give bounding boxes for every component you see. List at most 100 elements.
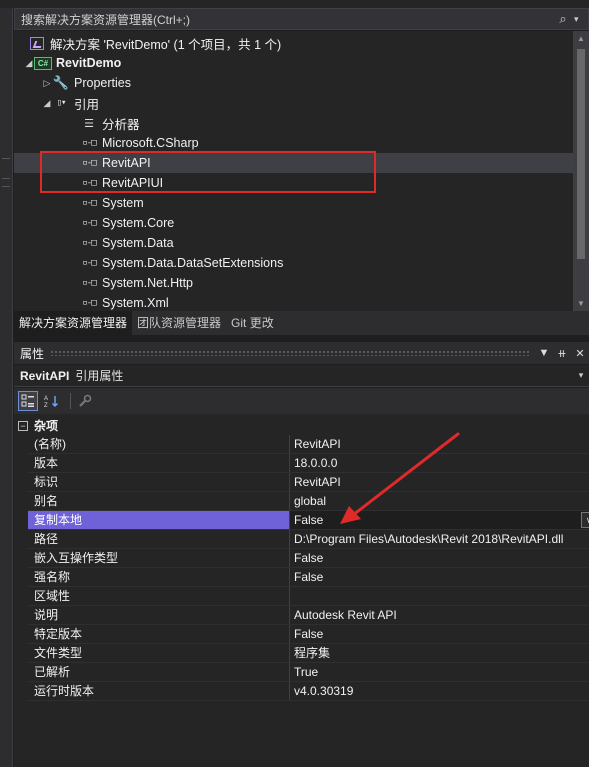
pin-icon[interactable]: ⧺ bbox=[553, 347, 571, 360]
chevron-down-icon[interactable]: ▾ bbox=[573, 370, 589, 381]
reference-item[interactable]: ▫-□ System.Xml bbox=[14, 293, 573, 311]
tab-solution-explorer[interactable]: 解决方案资源管理器 bbox=[14, 311, 133, 335]
reference-item[interactable]: ▫-□ RevitAPIUI bbox=[14, 173, 573, 193]
toolbar-separator bbox=[70, 393, 71, 409]
property-name: (名称) bbox=[28, 435, 290, 453]
reference-label: RevitAPI bbox=[102, 156, 151, 170]
property-row[interactable]: 说明 Autodesk Revit API bbox=[28, 606, 589, 625]
close-icon[interactable]: ✕ bbox=[571, 347, 589, 360]
property-row[interactable]: 标识 RevitAPI bbox=[28, 473, 589, 492]
reference-icon: ▫-□ bbox=[82, 258, 96, 268]
search-icon[interactable]: ⌕ bbox=[552, 11, 574, 27]
property-row[interactable]: 已解析 True bbox=[28, 663, 589, 682]
scroll-up-icon[interactable]: ▲ bbox=[573, 34, 589, 43]
reference-item[interactable]: ▫-□ System.Data.DataSetExtensions bbox=[14, 253, 573, 273]
property-value: 程序集 bbox=[294, 646, 331, 660]
properties-label: Properties bbox=[74, 76, 131, 90]
tree-item-solution[interactable]: 解决方案 'RevitDemo' (1 个项目，共 1 个) bbox=[14, 33, 573, 53]
csharp-project-icon: C# bbox=[34, 55, 52, 71]
alphabetical-icon[interactable]: AZ bbox=[42, 391, 62, 411]
property-name: 文件类型 bbox=[28, 644, 290, 662]
reference-item[interactable]: ▫-□ System.Data bbox=[14, 233, 573, 253]
tree-scrollbar[interactable]: ▲ ▼ bbox=[573, 31, 589, 311]
references-icon: ▯▾ bbox=[56, 98, 67, 108]
scroll-down-icon[interactable]: ▼ bbox=[573, 299, 589, 308]
reference-item[interactable]: ▫-□ System bbox=[14, 193, 573, 213]
tree-item-references[interactable]: ◢ ▯▾ 引用 bbox=[14, 93, 573, 113]
categorized-icon[interactable] bbox=[18, 391, 38, 411]
property-row[interactable]: 版本 18.0.0.0 bbox=[28, 454, 589, 473]
object-type: 引用属性 bbox=[75, 369, 124, 383]
property-name: 路径 bbox=[28, 530, 290, 548]
gutter-mark bbox=[2, 158, 10, 159]
reference-icon: ▫-□ bbox=[82, 218, 96, 228]
property-value: D:\Program Files\Autodesk\Revit 2018\Rev… bbox=[294, 532, 564, 546]
category-row[interactable]: − 杂项 bbox=[14, 416, 589, 435]
reference-label: RevitAPIUI bbox=[102, 176, 164, 190]
search-input[interactable]: 搜索解决方案资源管理器(Ctrl+;) bbox=[15, 11, 552, 28]
tab-team-explorer[interactable]: 团队资源管理器 bbox=[132, 311, 226, 335]
property-name: 特定版本 bbox=[28, 625, 290, 643]
property-name: 标识 bbox=[28, 473, 290, 491]
reference-label: System.Core bbox=[102, 216, 175, 230]
property-value[interactable]: False bbox=[290, 549, 589, 567]
property-value: False bbox=[294, 570, 324, 584]
category-label: 杂项 bbox=[34, 419, 59, 433]
property-row[interactable]: 别名 global bbox=[28, 492, 589, 511]
property-row[interactable]: 强名称 False bbox=[28, 568, 589, 587]
property-row[interactable]: 文件类型 程序集 bbox=[28, 644, 589, 663]
property-value: False bbox=[294, 513, 324, 527]
property-value[interactable]: False bbox=[290, 625, 589, 643]
reference-label: System.Net.Http bbox=[102, 276, 193, 290]
property-row-selected[interactable]: 复制本地 False ∨ bbox=[28, 511, 589, 530]
reference-item[interactable]: ▫-□ System.Net.Http bbox=[14, 273, 573, 293]
scrollbar-thumb[interactable] bbox=[577, 49, 585, 259]
gutter-mark bbox=[2, 178, 10, 179]
property-name: 嵌入互操作类型 bbox=[28, 549, 290, 567]
reference-item[interactable]: ▫-□ Microsoft.CSharp bbox=[14, 133, 573, 153]
property-row[interactable]: 区域性 bbox=[28, 587, 589, 606]
reference-item[interactable]: ▫-□ System.Core bbox=[14, 213, 573, 233]
property-row[interactable]: 特定版本 False bbox=[28, 625, 589, 644]
expanded-arrow-icon[interactable]: ◢ bbox=[24, 58, 34, 69]
property-row[interactable]: 嵌入互操作类型 False bbox=[28, 549, 589, 568]
tree-item-analyzers[interactable]: ☰ 分析器 bbox=[14, 113, 573, 133]
collapsed-arrow-icon[interactable]: ▷ bbox=[42, 78, 52, 89]
property-value-dropdown[interactable]: False ∨ bbox=[290, 511, 589, 529]
property-value bbox=[290, 587, 589, 605]
gutter-mark bbox=[2, 186, 10, 187]
object-selector[interactable]: RevitAPI 引用属性 ▾ bbox=[14, 365, 589, 387]
drag-grip[interactable] bbox=[50, 350, 529, 356]
svg-text:A: A bbox=[44, 396, 48, 402]
property-value: RevitAPI bbox=[294, 475, 341, 489]
window-menu-icon[interactable]: ▼ bbox=[535, 347, 553, 359]
property-row[interactable]: 路径 D:\Program Files\Autodesk\Revit 2018\… bbox=[28, 530, 589, 549]
property-row[interactable]: 运行时版本 v4.0.30319 bbox=[28, 682, 589, 701]
property-name: 区域性 bbox=[28, 587, 290, 605]
property-value: 18.0.0.0 bbox=[294, 456, 338, 470]
reference-icon: ▫-□ bbox=[82, 178, 96, 188]
collapse-icon[interactable]: − bbox=[18, 420, 28, 431]
property-value: True bbox=[294, 665, 319, 679]
tree-item-project[interactable]: ◢ C# RevitDemo bbox=[14, 53, 573, 73]
tab-git-changes[interactable]: Git 更改 bbox=[226, 311, 279, 335]
tree-item-properties[interactable]: ▷ 🔧 Properties bbox=[14, 73, 573, 93]
chevron-down-icon[interactable]: ∨ bbox=[581, 512, 589, 528]
object-name: RevitAPI bbox=[20, 368, 70, 383]
project-label: RevitDemo bbox=[56, 56, 122, 70]
reference-icon: ▫-□ bbox=[82, 198, 96, 208]
solution-explorer-tree: 解决方案 'RevitDemo' (1 个项目，共 1 个) ◢ C# Revi… bbox=[14, 31, 573, 311]
svg-text:Z: Z bbox=[44, 403, 48, 408]
property-pages-wrench-icon[interactable] bbox=[75, 391, 95, 411]
top-toolbar-strip bbox=[0, 0, 589, 8]
property-value: Autodesk Revit API bbox=[294, 608, 397, 622]
property-name: 复制本地 bbox=[28, 511, 290, 529]
chevron-down-icon[interactable]: ▾ bbox=[574, 14, 588, 25]
reference-item-selected[interactable]: ▫-□ RevitAPI bbox=[14, 153, 573, 173]
tool-window-tabs: 解决方案资源管理器 团队资源管理器 Git 更改 bbox=[14, 311, 589, 335]
solution-explorer-search[interactable]: 搜索解决方案资源管理器(Ctrl+;) ⌕ ▾ bbox=[14, 8, 589, 30]
reference-icon: ▫-□ bbox=[82, 238, 96, 248]
expanded-arrow-icon[interactable]: ◢ bbox=[42, 98, 52, 109]
property-value[interactable]: global bbox=[290, 492, 589, 510]
property-row[interactable]: (名称) RevitAPI bbox=[28, 435, 589, 454]
